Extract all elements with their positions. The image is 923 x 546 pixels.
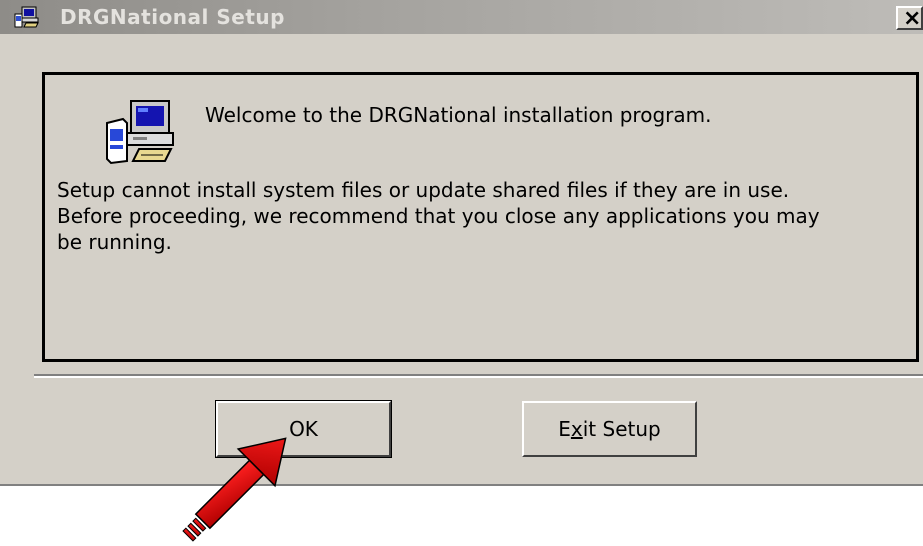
close-icon: × <box>903 6 922 30</box>
exit-setup-button[interactable]: Exit Setup <box>522 401 697 457</box>
info-panel: Welcome to the DRGNational installation … <box>42 72 919 362</box>
instructions-line: be running. <box>57 230 172 254</box>
setup-computer-icon <box>14 6 40 28</box>
page: DRGNational Setup × Welcome to the DRGNa… <box>0 0 923 546</box>
setup-dialog: DRGNational Setup × Welcome to the DRGNa… <box>0 0 923 486</box>
close-button[interactable]: × <box>896 6 923 30</box>
setup-computer-icon <box>105 99 177 165</box>
exit-setup-button-label: Exit Setup <box>558 417 661 441</box>
welcome-message: Welcome to the DRGNational installation … <box>205 103 712 127</box>
instructions-line: Before proceeding, we recommend that you… <box>57 204 820 228</box>
title-bar[interactable]: DRGNational Setup × <box>0 0 923 34</box>
instructions-line: Setup cannot install system files or upd… <box>57 178 790 202</box>
separator <box>34 374 923 378</box>
red-arrow-icon <box>170 420 310 546</box>
window-title: DRGNational Setup <box>60 5 285 29</box>
instructions-text: Setup cannot install system files or upd… <box>57 177 902 255</box>
